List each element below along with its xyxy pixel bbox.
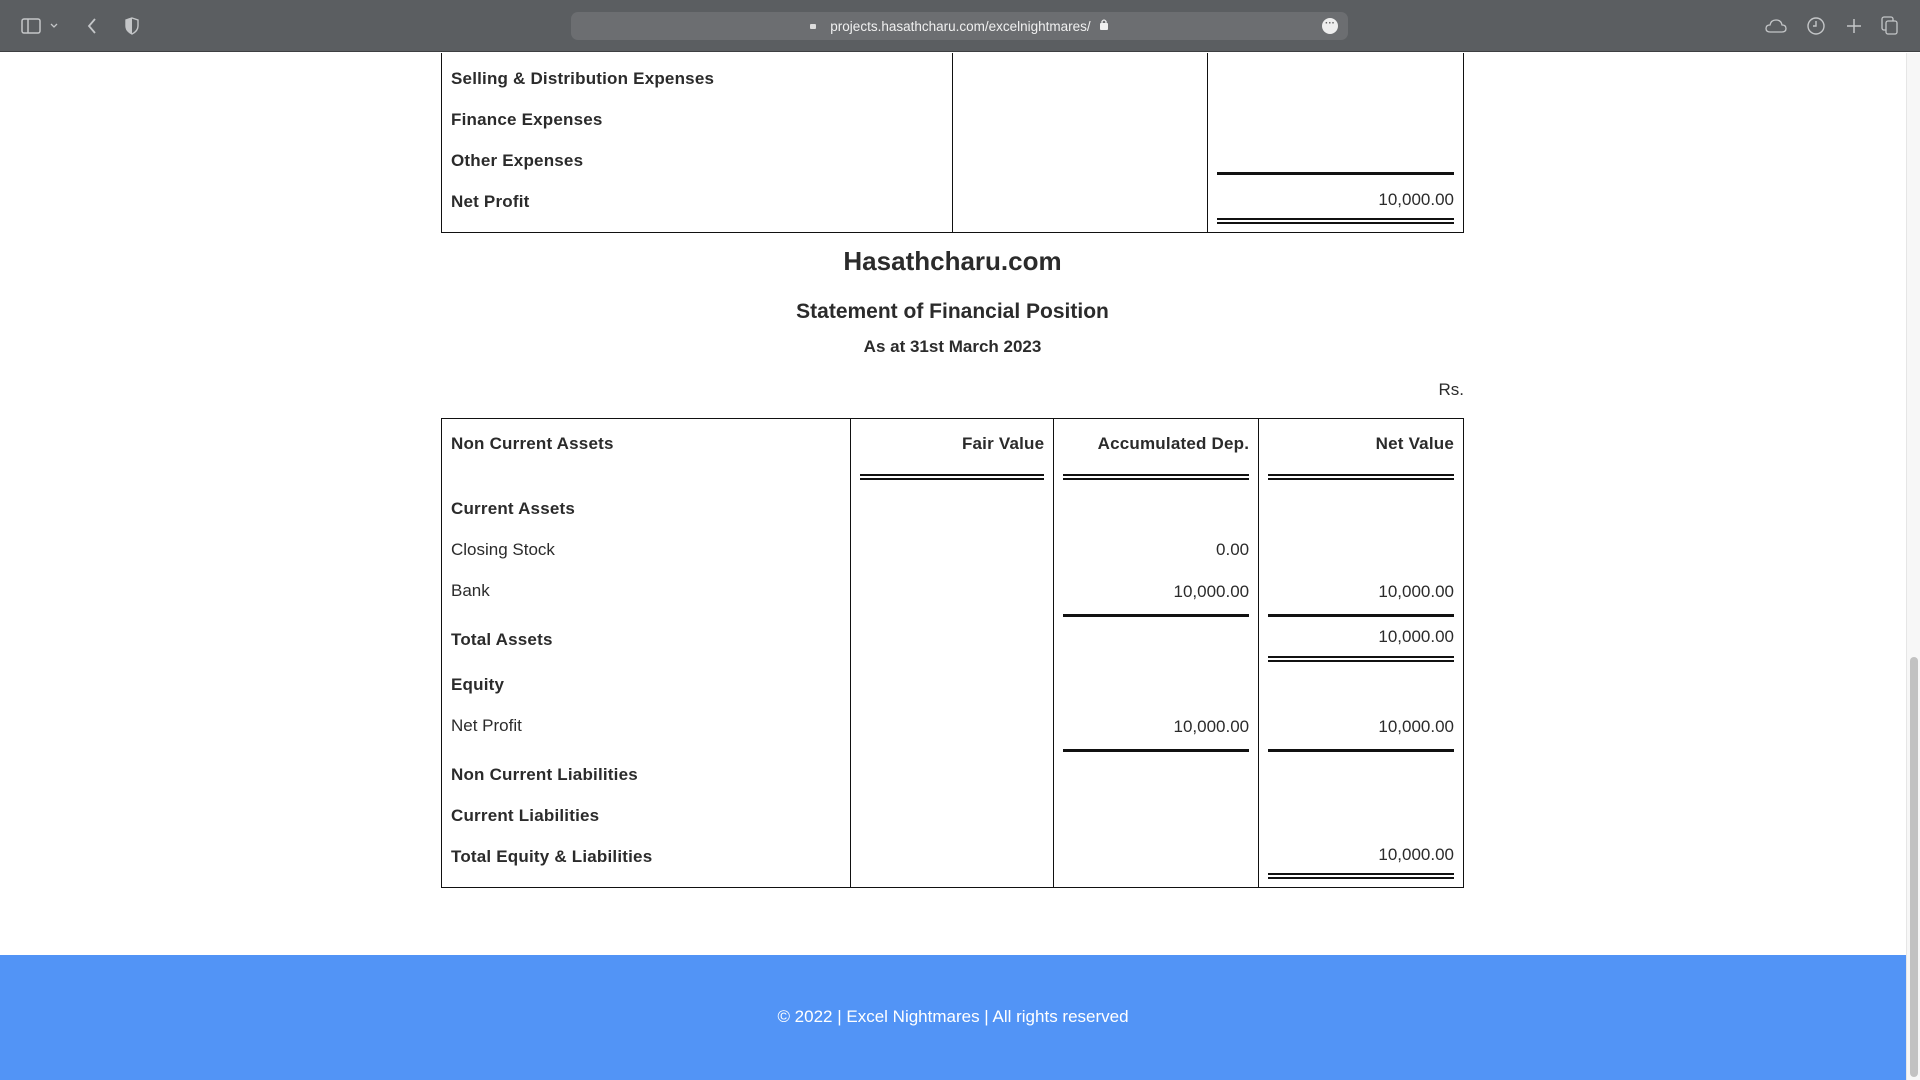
table-row: Net Profit 10,000.00 10,000.00 xyxy=(441,705,1464,752)
financial-position-table: Non Current Assets Fair Value Accumulate… xyxy=(441,418,1464,888)
table-header-row: Non Current Assets Fair Value Accumulate… xyxy=(441,418,1464,464)
table-row: Total Assets 10,000.00 xyxy=(441,617,1464,662)
shield-icon[interactable] xyxy=(120,14,144,38)
subtotal-line xyxy=(1217,140,1454,175)
chevron-down-icon[interactable] xyxy=(47,14,61,38)
accumulated-dep-value: 10,000.00 xyxy=(1063,570,1250,617)
table-row: Current Liabilities xyxy=(441,795,1464,836)
table-row: Closing Stock 0.00 xyxy=(441,529,1464,570)
row-label: Closing Stock xyxy=(451,539,555,559)
address-bar[interactable]: projects.hasathcharu.com/excelnightmares… xyxy=(571,12,1348,40)
table-row: Other Expenses xyxy=(441,140,1464,181)
row-label: Non Current Liabilities xyxy=(451,764,638,784)
page-content: Selling & Distribution Expenses Finance … xyxy=(0,53,1906,1080)
statement-date: As at 31st March 2023 xyxy=(863,337,1042,356)
net-profit-value: 10,000.00 xyxy=(1217,181,1454,224)
currency-label: Rs. xyxy=(1438,380,1465,399)
site-footer: © 2022 | Excel Nightmares | All rights r… xyxy=(0,955,1906,1080)
url-text: projects.hasathcharu.com/excelnightmares… xyxy=(830,18,1091,34)
row-label: Bank xyxy=(451,580,490,600)
table-row: Selling & Distribution Expenses xyxy=(441,53,1464,99)
table-row: Equity xyxy=(441,662,1464,705)
accumulated-dep-value: 10,000.00 xyxy=(1063,705,1250,752)
net-value: 10,000.00 xyxy=(1268,617,1454,662)
table-row: Finance Expenses xyxy=(441,99,1464,140)
table-row: Non Current Liabilities xyxy=(441,752,1464,795)
column-header: Fair Value xyxy=(961,433,1045,453)
sidebar-icon[interactable] xyxy=(19,14,43,38)
lock-icon xyxy=(1099,18,1109,34)
row-label: Current Assets xyxy=(451,498,576,518)
tabs-overview-icon[interactable] xyxy=(1878,14,1902,38)
company-name: Hasathcharu.com xyxy=(843,246,1062,276)
new-tab-icon[interactable] xyxy=(1842,14,1866,38)
column-header: Net Value xyxy=(1375,433,1454,453)
more-icon[interactable]: ··· xyxy=(1322,18,1338,34)
double-underline xyxy=(1268,464,1454,480)
vertical-scrollbar[interactable] xyxy=(1906,53,1920,1080)
table-row: Total Equity & Liabilities 10,000.00 xyxy=(441,836,1464,888)
header-underline-row xyxy=(441,464,1464,480)
net-value: 10,000.00 xyxy=(1268,836,1454,879)
double-underline xyxy=(1063,464,1250,480)
row-label: Net Profit xyxy=(451,715,522,735)
browser-toolbar: projects.hasathcharu.com/excelnightmares… xyxy=(0,0,1920,52)
income-statement-table: Selling & Distribution Expenses Finance … xyxy=(441,53,1464,233)
column-header: Non Current Assets xyxy=(451,433,614,453)
row-label: Current Liabilities xyxy=(451,805,600,825)
double-underline xyxy=(859,464,1045,480)
row-label: Equity xyxy=(451,674,505,694)
page-indicator-icon xyxy=(810,23,817,29)
copyright-text: © 2022 | Excel Nightmares | All rights r… xyxy=(777,1007,1129,1026)
row-label: Selling & Distribution Expenses xyxy=(451,68,715,88)
table-row: Net Profit 10,000.00 xyxy=(441,181,1464,233)
table-row: Current Assets xyxy=(441,480,1464,529)
row-label: Total Equity & Liabilities xyxy=(451,846,653,866)
table-row: Bank 10,000.00 10,000.00 xyxy=(441,570,1464,617)
history-icon[interactable] xyxy=(1804,14,1828,38)
net-value: 10,000.00 xyxy=(1268,705,1454,752)
cloud-icon[interactable] xyxy=(1764,14,1788,38)
row-label: Net Profit xyxy=(451,191,530,211)
row-label: Finance Expenses xyxy=(451,109,603,129)
column-header: Accumulated Dep. xyxy=(1097,433,1250,453)
accumulated-dep-value: 0.00 xyxy=(1216,539,1250,559)
row-label: Total Assets xyxy=(451,629,553,649)
back-icon[interactable] xyxy=(80,14,104,38)
scrollbar-thumb[interactable] xyxy=(1910,657,1918,1077)
statement-title: Statement of Financial Position xyxy=(796,300,1109,323)
row-label: Other Expenses xyxy=(451,150,584,170)
net-value: 10,000.00 xyxy=(1268,570,1454,617)
